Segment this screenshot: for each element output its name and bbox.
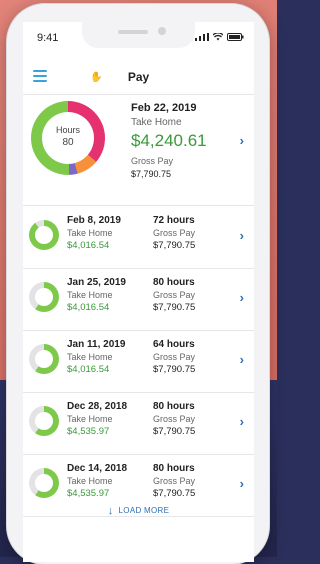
hours-value: 64 hours <box>153 339 195 350</box>
take-home-label: Take Home <box>67 352 113 362</box>
pay-period-row[interactable]: Jan 25, 2019 Take Home $4,016.54 80 hours Gr… <box>23 268 254 331</box>
summary-gross-amount: $7,790.75 <box>131 169 172 179</box>
chevron-right-icon[interactable]: › <box>240 476 244 491</box>
gross-pay-amount: $7,790.75 <box>153 364 196 375</box>
summary-take-home-label: Take Home <box>131 117 182 128</box>
status-icons <box>195 33 244 41</box>
status-time: 9:41 <box>37 32 59 44</box>
summary-date: Feb 22, 2019 <box>131 102 197 114</box>
gross-pay-amount: $7,790.75 <box>153 302 196 313</box>
period-date: Dec 28, 2018 <box>67 401 128 412</box>
chevron-right-icon[interactable]: › <box>240 133 244 148</box>
gross-pay-amount: $7,790.75 <box>153 240 196 251</box>
load-more-button[interactable]: ↓ LOAD MORE <box>23 505 254 527</box>
hours-donut-icon <box>29 282 59 312</box>
hours-donut-icon <box>29 220 59 250</box>
wifi-icon <box>213 33 223 41</box>
hours-value: 80 hours <box>153 463 195 474</box>
take-home-amount: $4,535.97 <box>67 488 110 499</box>
load-more-label: LOAD MORE <box>118 506 170 516</box>
chevron-right-icon[interactable]: › <box>240 290 244 305</box>
app-screen: 9:41 ✋ Pay Hours 80 Feb 22, 2019 Take Ho… <box>23 22 254 562</box>
gross-pay-label: Gross Pay <box>153 228 196 238</box>
signal-icon <box>195 33 209 41</box>
take-home-label: Take Home <box>67 228 113 238</box>
speaker-icon <box>118 30 148 34</box>
period-date: Dec 14, 2018 <box>67 463 128 474</box>
battery-icon <box>227 33 244 41</box>
take-home-label: Take Home <box>67 290 113 300</box>
camera-icon <box>158 27 166 35</box>
hours-value: 72 hours <box>153 215 195 226</box>
pay-period-row[interactable]: Jan 11, 2019 Take Home $4,016.54 64 hours Gr… <box>23 330 254 393</box>
gross-pay-label: Gross Pay <box>153 476 196 486</box>
take-home-amount: $4,016.54 <box>67 240 110 251</box>
take-home-label: Take Home <box>67 414 113 424</box>
page-title: Pay <box>127 70 150 84</box>
phone-frame: 9:41 ✋ Pay Hours 80 Feb 22, 2019 Take Ho… <box>7 4 269 564</box>
donut-value: 80 <box>62 137 74 148</box>
chevron-right-icon[interactable]: › <box>240 228 244 243</box>
chevron-right-icon[interactable]: › <box>240 352 244 367</box>
hours-value: 80 hours <box>153 277 195 288</box>
pay-period-row[interactable]: Dec 28, 2018 Take Home $4,535.97 80 hours Gr… <box>23 392 254 455</box>
gross-pay-amount: $7,790.75 <box>153 426 196 437</box>
hours-donut-icon <box>29 468 59 498</box>
gross-pay-label: Gross Pay <box>153 290 196 300</box>
hours-donut-icon <box>29 406 59 436</box>
pay-period-row[interactable]: Feb 8, 2019 Take Home $4,016.54 72 hours Gro… <box>23 206 254 269</box>
nav-bar: ✋ Pay <box>23 66 254 95</box>
hours-donut-icon <box>29 344 59 374</box>
period-date: Jan 11, 2019 <box>67 339 126 350</box>
chevron-right-icon[interactable]: › <box>240 414 244 429</box>
donut-center: Hours 80 <box>31 101 105 175</box>
gross-pay-label: Gross Pay <box>153 352 196 362</box>
donut-label: Hours <box>55 125 80 135</box>
hours-value: 80 hours <box>153 401 195 412</box>
gross-pay-label: Gross Pay <box>153 414 196 424</box>
gross-pay-amount: $7,790.75 <box>153 488 196 499</box>
summary-take-home-amount: $4,240.61 <box>131 131 207 150</box>
take-home-label: Take Home <box>67 476 113 486</box>
period-date: Jan 25, 2019 <box>67 277 126 288</box>
arrow-down-icon: ↓ <box>107 505 114 517</box>
summary-gross-label: Gross Pay <box>131 156 174 166</box>
take-home-amount: $4,535.97 <box>67 426 110 437</box>
phone-notch <box>82 22 195 48</box>
take-home-amount: $4,016.54 <box>67 302 110 313</box>
period-date: Feb 8, 2019 <box>67 215 121 226</box>
take-home-amount: $4,016.54 <box>67 364 110 375</box>
current-pay-summary[interactable]: Hours 80 Feb 22, 2019 Take Home $4,240.6… <box>23 95 254 206</box>
